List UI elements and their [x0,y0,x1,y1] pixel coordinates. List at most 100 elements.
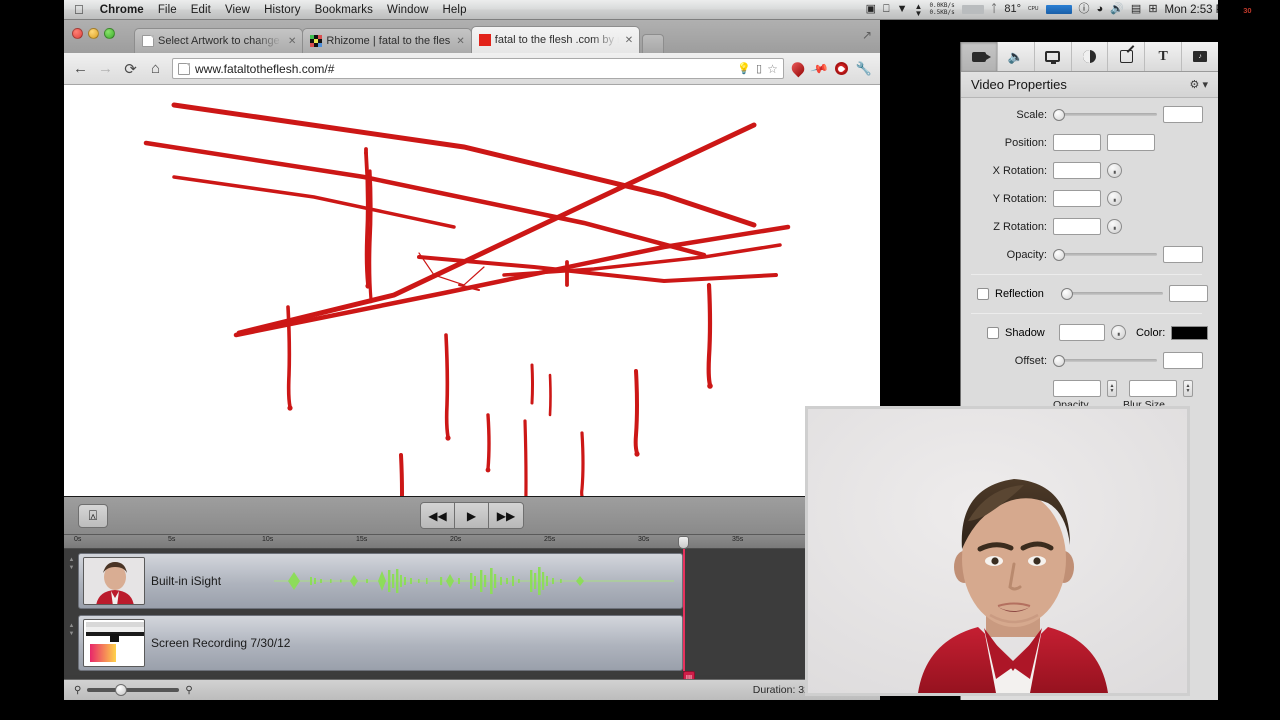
reload-icon[interactable]: ⟳ [122,60,139,78]
timeline-ruler[interactable]: 0s 5s 10s 15s 20s 25s 30s 35s [64,535,880,549]
zoom-slider-knob[interactable] [115,684,127,696]
opacity-slider-knob[interactable] [1053,249,1065,261]
close-tab-3-button[interactable]: ✕ [625,35,633,46]
shadow-blur-stepper[interactable]: ▲▼ [1183,380,1193,397]
shadow-blur-field[interactable] [1129,380,1177,397]
mobile-device-icon[interactable]: ▯ [756,62,762,75]
reflection-checkbox[interactable] [977,288,989,300]
apple-icon[interactable]:  [74,3,84,16]
page-viewport[interactable] [64,85,880,497]
y-rotation-field[interactable] [1053,190,1101,207]
blood-drop-icon[interactable] [789,60,807,78]
browser-tab-2[interactable]: Rhizome | fatal to the flesh ✕ [302,28,471,53]
display-icon[interactable]: ⊞ [1148,4,1157,15]
shadow-opacity-field[interactable] [1053,380,1101,397]
menu-item-help[interactable]: Help [436,4,474,16]
close-window-button[interactable] [72,28,83,39]
reflection-slider[interactable] [1061,287,1162,301]
shadow-value-field[interactable] [1059,324,1105,341]
shadow-dial[interactable] [1111,325,1126,340]
wrench-menu-icon[interactable]: 🔧 [856,61,872,77]
z-rotation-dial[interactable] [1107,219,1122,234]
forward-arrow-icon[interactable]: → [97,60,114,77]
menu-item-chrome[interactable]: Chrome [93,4,151,16]
shadow-checkbox[interactable] [987,327,999,339]
zoom-window-button[interactable] [104,28,115,39]
network-speed-indicator[interactable]: 0.0KB/s 0.5KB/s [929,3,954,16]
media-tab[interactable]: ♪ [1182,42,1218,71]
address-bar[interactable]: www.fataltotheflesh.com/# 💡 ▯ ☆ [172,58,784,79]
timeline-clip-screen[interactable]: Screen Recording 7/30/12 [78,615,683,671]
menu-item-bookmarks[interactable]: Bookmarks [308,4,380,16]
browser-tab-1[interactable]: Select Artwork to change | R ✕ [134,28,303,53]
network-graph-icon[interactable] [962,5,984,14]
scale-value-field[interactable] [1163,106,1203,123]
pushpin-icon[interactable]: 📌 [809,59,829,79]
rewind-icon[interactable]: ◀◀ [421,503,455,528]
close-tab-2-button[interactable]: ✕ [456,36,464,47]
airplay-icon[interactable]: ⎕ [883,4,890,15]
x-rotation-dial[interactable] [1107,163,1122,178]
color-tab[interactable] [1072,42,1109,71]
back-arrow-icon[interactable]: ← [72,60,89,77]
eject-icon[interactable]: ⓘ [1079,4,1090,15]
crop-icon[interactable]: ⍓ [78,504,108,528]
zoom-slider[interactable] [87,688,179,692]
bookmark-star-icon[interactable]: ☆ [767,62,778,76]
opacity-value-field[interactable] [1163,246,1203,263]
y-rotation-dial[interactable] [1107,191,1122,206]
browser-tab-3[interactable]: fatal to the flesh .com by ra ✕ [471,26,640,53]
display-tab[interactable] [1035,42,1072,71]
position-y-field[interactable] [1107,134,1155,151]
sort-arrows-icon[interactable]: ▲▼ [915,3,923,17]
play-icon[interactable]: ▶ [455,503,489,528]
shadow-opacity-stepper[interactable]: ▲▼ [1107,380,1117,397]
z-rotation-field[interactable] [1053,218,1101,235]
menu-item-file[interactable]: File [151,4,184,16]
wifi-icon[interactable]: ◕ [1097,4,1104,15]
video-tab[interactable] [961,42,998,71]
annotate-tab[interactable] [1108,42,1145,71]
new-tab-button[interactable] [642,34,664,53]
webcam-overlay[interactable] [805,406,1190,696]
shadow-color-swatch[interactable] [1171,326,1208,340]
menu-item-history[interactable]: History [257,4,307,16]
scale-slider[interactable] [1053,108,1157,122]
artwork-canvas[interactable] [64,85,880,497]
video-record-icon[interactable]: ▣ [866,4,876,15]
menu-item-window[interactable]: Window [380,4,436,16]
battery-icon[interactable]: ▤ [1131,4,1141,15]
minimize-window-button[interactable] [88,28,99,39]
audio-tab[interactable]: 🔈 [998,42,1035,71]
home-icon[interactable]: ⌂ [147,60,164,77]
adblock-stop-icon[interactable] [835,62,848,75]
scale-slider-knob[interactable] [1053,109,1065,121]
menu-item-view[interactable]: View [218,4,257,16]
playhead-handle[interactable] [678,536,689,549]
reflection-value-field[interactable] [1169,285,1208,302]
fullscreen-icon[interactable]: ↗ [862,28,872,42]
zoom-in-icon[interactable]: ⚲ [185,685,192,696]
opacity-slider[interactable] [1053,248,1157,262]
gear-icon[interactable]: ⚙ ▾ [1190,78,1208,91]
close-tab-1-button[interactable]: ✕ [288,36,296,47]
fast-forward-icon[interactable]: ▶▶ [489,503,523,528]
x-rotation-field[interactable] [1053,162,1101,179]
offset-value-field[interactable] [1163,352,1203,369]
offset-slider-knob[interactable] [1053,355,1065,367]
menu-item-edit[interactable]: Edit [184,4,218,16]
offset-slider[interactable] [1053,354,1157,368]
text-tab[interactable]: T [1145,42,1182,71]
volume-icon[interactable]: 🔊 [1110,4,1124,15]
timeline-clip-audio[interactable]: Built-in iSight [78,553,683,609]
position-x-field[interactable] [1053,134,1101,151]
temperature-indicator[interactable]: 81° [1004,4,1021,15]
dropbox-icon[interactable]: ▼ [897,4,908,15]
track-1-controls[interactable]: ▲▼ [66,557,77,571]
bluetooth-icon[interactable]: ᛏ [991,4,998,15]
reflection-slider-knob[interactable] [1061,288,1073,300]
lightbulb-icon[interactable]: 💡 [737,62,751,75]
zoom-out-icon[interactable]: ⚲ [74,685,81,696]
cpu-graph-icon[interactable] [1046,5,1072,14]
track-2-controls[interactable]: ▲▼ [66,623,77,637]
